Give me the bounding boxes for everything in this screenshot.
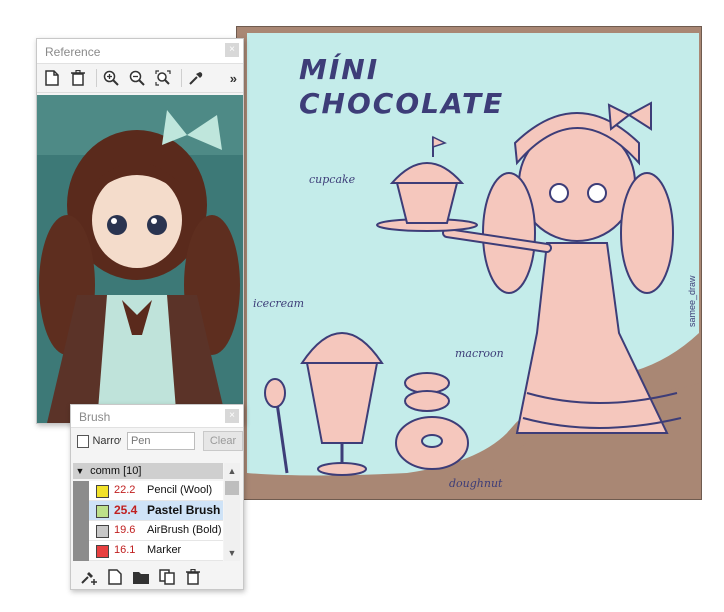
clear-button[interactable]: Clear (202, 431, 243, 451)
brush-color-swatch (96, 485, 109, 498)
reference-toolbar: » (37, 64, 243, 93)
narrow-checkbox[interactable] (77, 434, 90, 448)
brush-color-swatch (96, 505, 109, 518)
label-macroon: macroon (455, 347, 504, 360)
brush-list-item[interactable]: 22.2 Pencil (Wool) (89, 481, 223, 501)
brush-color-swatch (96, 525, 109, 538)
brush-name: AirBrush (Bold) (147, 524, 222, 536)
brush-name: Marker (147, 544, 182, 556)
reference-palette: Reference × » (36, 38, 244, 424)
brush-list-item[interactable]: 16.1 Marker (89, 541, 223, 561)
brush-name: Pencil (Wool) (147, 484, 213, 496)
duplicate-icon[interactable] (157, 567, 177, 587)
scroll-down-icon[interactable]: ▼ (224, 545, 240, 561)
close-icon[interactable]: × (225, 409, 239, 423)
artwork-signature: samee_draw (687, 275, 697, 327)
doll-photo (37, 95, 243, 423)
label-icecream: icecream (253, 297, 305, 310)
brush-titlebar[interactable]: Brush × (71, 405, 243, 428)
artwork-canvas[interactable]: MÍNI CHOCOLATE cupcake icecream macroon … (236, 26, 702, 500)
brush-search-input[interactable] (126, 432, 195, 450)
folder-icon[interactable] (131, 567, 151, 587)
scroll-up-icon[interactable]: ▲ (224, 463, 240, 479)
reference-titlebar[interactable]: Reference × (37, 39, 243, 64)
toolbar-separator (96, 69, 97, 87)
brush-size: 22.2 (114, 484, 136, 496)
brush-bottom-toolbar (71, 565, 243, 589)
brush-name: Pastel Brush (147, 503, 221, 517)
reference-image (37, 95, 243, 423)
brush-palette: Brush × Narrow Clear ▼ comm [10] 22.2 Pe… (70, 404, 244, 590)
label-doughnut: doughnut (449, 477, 503, 490)
fit-view-icon[interactable] (152, 67, 174, 89)
artwork-title-line1: MÍNI (299, 53, 380, 86)
brush-list-scrollbar[interactable]: ▲ ▼ (224, 463, 240, 561)
scroll-thumb[interactable] (225, 481, 239, 495)
new-file-icon[interactable] (105, 567, 125, 587)
brush-filter-bar: Narrow Clear (71, 428, 243, 454)
brush-group-header[interactable]: ▼ comm [10] (73, 463, 223, 479)
toolbar-separator (181, 69, 182, 87)
zoom-in-icon[interactable] (100, 67, 122, 89)
brush-list: 22.2 Pencil (Wool) 25.4 Pastel Brush 19.… (73, 481, 223, 561)
brush-group-label: comm [10] (90, 465, 142, 477)
brush-size: 19.6 (114, 524, 136, 536)
add-brush-icon[interactable] (79, 567, 99, 587)
brush-title: Brush (79, 410, 111, 424)
delete-icon[interactable] (183, 567, 203, 587)
delete-icon[interactable] (67, 67, 89, 89)
narrow-label: Narrow (92, 435, 121, 447)
artwork-title-line2: CHOCOLATE (299, 87, 505, 120)
brush-color-swatch (96, 545, 109, 558)
zoom-out-icon[interactable] (126, 67, 148, 89)
reference-title: Reference (45, 45, 101, 59)
eyedropper-icon[interactable] (185, 67, 207, 89)
new-page-icon[interactable] (41, 67, 63, 89)
more-options-icon[interactable]: » (230, 71, 237, 86)
collapse-triangle-icon[interactable]: ▼ (73, 463, 87, 479)
close-icon[interactable]: × (225, 43, 239, 57)
brush-list-item-selected[interactable]: 25.4 Pastel Brush (89, 501, 223, 521)
label-cupcake: cupcake (309, 173, 356, 186)
brush-size: 25.4 (114, 503, 138, 517)
brush-list-item[interactable]: 19.6 AirBrush (Bold) (89, 521, 223, 541)
brush-size: 16.1 (114, 544, 136, 556)
